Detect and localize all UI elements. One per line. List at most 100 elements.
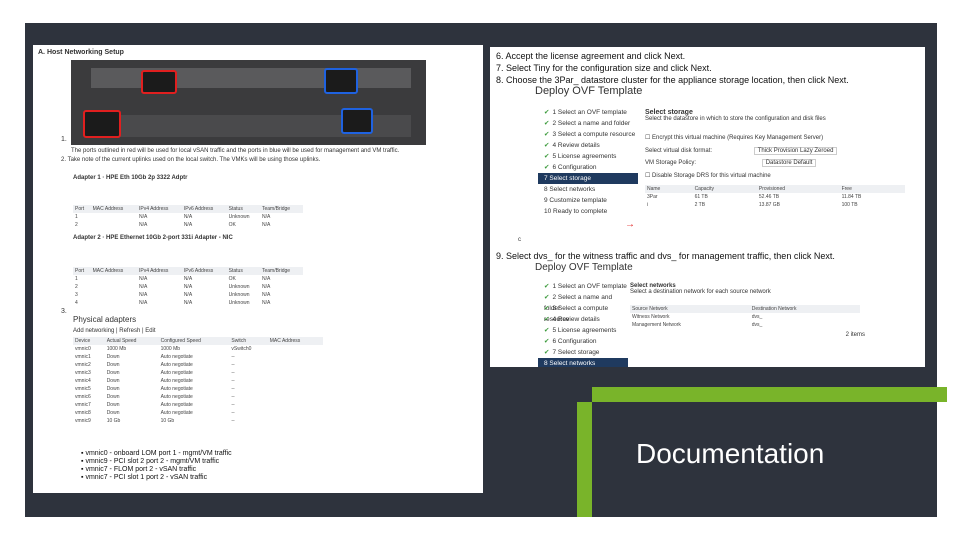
check-icon: ✔: [544, 305, 550, 312]
adapter-row[interactable]: vmnic7 Down Auto negotiate --: [73, 401, 323, 409]
table-cell: N/A: [261, 284, 271, 290]
adapter-row[interactable]: vmnic6 Down Auto negotiate --: [73, 393, 323, 401]
table-header-cell: Capacity: [692, 185, 757, 193]
encrypt-checkbox[interactable]: ☐ Encrypt this virtual machine (Requires…: [645, 134, 915, 141]
wizard-step[interactable]: ✔ 5 License agreements: [538, 325, 628, 336]
table-header-cell: IPv4 Address: [136, 267, 182, 275]
table-cell: Down: [106, 370, 120, 376]
check-icon: ✔: [544, 349, 550, 356]
table-row[interactable]: 4 N/A N/A Unknown N/A: [73, 299, 303, 307]
disk-format-select[interactable]: Thick Provision Lazy Zeroed: [753, 147, 838, 155]
wizard-step[interactable]: ✔ 3 Select a compute resource: [538, 303, 628, 323]
network-row[interactable]: Witness Network dvs_: [630, 313, 860, 321]
adapter-row[interactable]: vmnic5 Down Auto negotiate --: [73, 385, 323, 393]
host-networking-panel: A. Host Networking Setup 1. The ports ou…: [33, 45, 483, 493]
drs-checkbox[interactable]: ☐ Disable Storage DRS for this virtual m…: [645, 172, 915, 179]
table-row[interactable]: 3 N/A N/A Unknown N/A: [73, 291, 303, 299]
edit-button[interactable]: Edit: [145, 328, 155, 334]
adapter-row[interactable]: vmnic3 Down Auto negotiate --: [73, 369, 323, 377]
red-port-outline: [83, 110, 121, 138]
table-cell: N/A: [138, 292, 148, 298]
list-item: ▪ vmnic0 - onboard LOM port 1 - mgmt/VM …: [81, 450, 232, 457]
wizard-step[interactable]: ✔ 1 Select an OVF template: [538, 107, 638, 118]
vm-policy-select[interactable]: Datastore Default: [761, 159, 817, 167]
table-cell: N/A: [138, 276, 148, 282]
wizard-step[interactable]: ✔ 4 Review details: [538, 314, 628, 325]
table-header-cell: Device: [73, 337, 105, 345]
table-header-cell: IPv6 Address: [181, 267, 227, 275]
datastore-row[interactable]: 3Par 61 TB 52.46 TB 11.84 TB: [645, 193, 905, 201]
check-icon: ✔: [544, 294, 550, 301]
section-heading: A. Host Networking Setup: [38, 49, 124, 56]
table-header-cell: MAC Address: [267, 337, 323, 345]
adapter2-label: Adapter 2 · HPE Ethernet 10Gb 2-port 331…: [73, 235, 233, 241]
accent-bar-horizontal: [592, 387, 947, 402]
wizard-step[interactable]: 7 Select storage: [538, 173, 638, 184]
wizard-step[interactable]: ✔ 6 Configuration: [538, 162, 638, 173]
step9-text: 9. Select dvs_ for the witness traffic a…: [496, 251, 835, 261]
table-cell: [268, 345, 323, 353]
table-cell: Management Network: [632, 322, 681, 328]
check-icon: ✔: [544, 109, 550, 116]
table-row[interactable]: 1 N/A N/A OK N/A: [73, 275, 303, 283]
table-cell: --: [231, 410, 235, 416]
wizard-step[interactable]: ✔ 6 Configuration: [538, 336, 628, 347]
table-cell: 1000 Mb: [106, 346, 127, 352]
wizard-step[interactable]: ✔ 7 Select storage: [538, 347, 628, 358]
disk-format-row: Select virtual disk format: Thick Provis…: [645, 147, 915, 155]
adapter1-label: Adapter 1 · HPE Eth 10Gb 2p 3322 Adptr: [73, 175, 188, 181]
table-header-cell: Provisioned: [756, 185, 840, 193]
table-cell: [268, 377, 323, 385]
wizard-steps: ✔ 1 Select an OVF template ✔ 2 Select a nam…: [538, 107, 638, 217]
table-cell: [91, 291, 137, 299]
datastore-row[interactable]: i 2 TB 13.87 GB 100 TB: [645, 201, 905, 209]
table-cell: [91, 213, 137, 221]
wizard-step[interactable]: 8 Select networks: [538, 358, 628, 367]
table-cell: N/A: [261, 292, 271, 298]
table-header-row: Source Network Destination Network: [630, 305, 860, 313]
adapter-row[interactable]: vmnic8 Down Auto negotiate --: [73, 409, 323, 417]
wizard-step[interactable]: ✔ 2 Select a name and folder: [538, 118, 638, 129]
table-row[interactable]: 2 N/A N/A Unknown N/A: [73, 283, 303, 291]
wizard-step[interactable]: ✔ 1 Select an OVF template: [538, 281, 628, 292]
adapter-row[interactable]: vmnic0 1000 Mb 1000 Mb vSwitch0: [73, 345, 323, 353]
adapter-row[interactable]: vmnic9 10 Gb 10 Gb --: [73, 417, 323, 425]
wizard-step[interactable]: ✔ 3 Select a compute resource: [538, 129, 638, 140]
add-networking-button[interactable]: Add networking: [73, 328, 114, 334]
wizard-step[interactable]: ✔ 4 Review details: [538, 140, 638, 151]
check-icon: ✔: [544, 327, 550, 334]
table-row[interactable]: 2 N/A N/A OK N/A: [73, 221, 303, 229]
wizard-title: Deploy OVF Template: [535, 85, 643, 97]
table-header-cell: Team/Bridge: [259, 205, 303, 213]
storage-heading: Select storage: [645, 109, 693, 116]
refresh-button[interactable]: Refresh: [119, 328, 140, 334]
table-header-row: Name Capacity Provisioned Free: [645, 185, 905, 193]
table-cell: N/A: [261, 222, 271, 228]
networks-pane: Select networks Select a destination net…: [630, 283, 865, 338]
adapter-row[interactable]: vmnic2 Down Auto negotiate --: [73, 361, 323, 369]
table-cell: [91, 221, 137, 229]
table-cell: [268, 417, 323, 425]
table-cell: 100 TB: [841, 202, 858, 208]
wizard-step[interactable]: 9 Customize template: [538, 195, 638, 206]
table-cell: vmnic9: [75, 418, 91, 424]
table-cell: --: [231, 402, 235, 408]
server-ports-photo: [71, 60, 426, 145]
check-icon: ✔: [544, 120, 550, 127]
adapter-row[interactable]: vmnic4 Down Auto negotiate --: [73, 377, 323, 385]
check-icon: ✔: [544, 142, 550, 149]
wizard-step[interactable]: 10 Ready to complete: [538, 206, 638, 217]
list-item: ▪ vmnic9 - PCI slot 2 port 2 - mgmt/VM t…: [81, 458, 220, 465]
table-cell: --: [231, 378, 235, 384]
network-row[interactable]: Management Network dvs_: [630, 321, 860, 329]
wizard-step[interactable]: 8 Select networks: [538, 184, 638, 195]
table-row[interactable]: 1 N/A N/A Unknown N/A: [73, 213, 303, 221]
wizard-step[interactable]: ✔ 5 License agreements: [538, 151, 638, 162]
table-cell: 2: [75, 284, 78, 290]
table-cell: Witness Network: [632, 314, 670, 320]
adapter-row[interactable]: vmnic1 Down Auto negotiate --: [73, 353, 323, 361]
table-header-cell: Source Network: [630, 305, 750, 313]
table-header-row: Port MAC Address IPv4 Address IPv6 Address S…: [73, 267, 303, 275]
table-cell: vmnic7: [75, 402, 91, 408]
wizard-step[interactable]: ✔ 2 Select a name and folder: [538, 292, 628, 312]
